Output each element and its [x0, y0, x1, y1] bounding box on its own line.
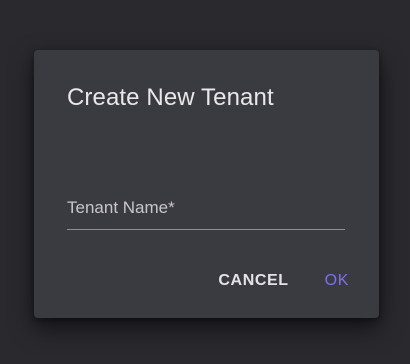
ok-button[interactable]: OK	[311, 264, 363, 298]
cancel-button[interactable]: CANCEL	[206, 264, 300, 298]
dialog-actions: CANCEL OK	[206, 264, 363, 298]
create-tenant-dialog: Create New Tenant Tenant Name* CANCEL OK	[34, 50, 379, 318]
tenant-name-input[interactable]	[67, 190, 345, 230]
dialog-title: Create New Tenant	[67, 84, 274, 111]
tenant-name-field[interactable]: Tenant Name*	[67, 190, 345, 232]
